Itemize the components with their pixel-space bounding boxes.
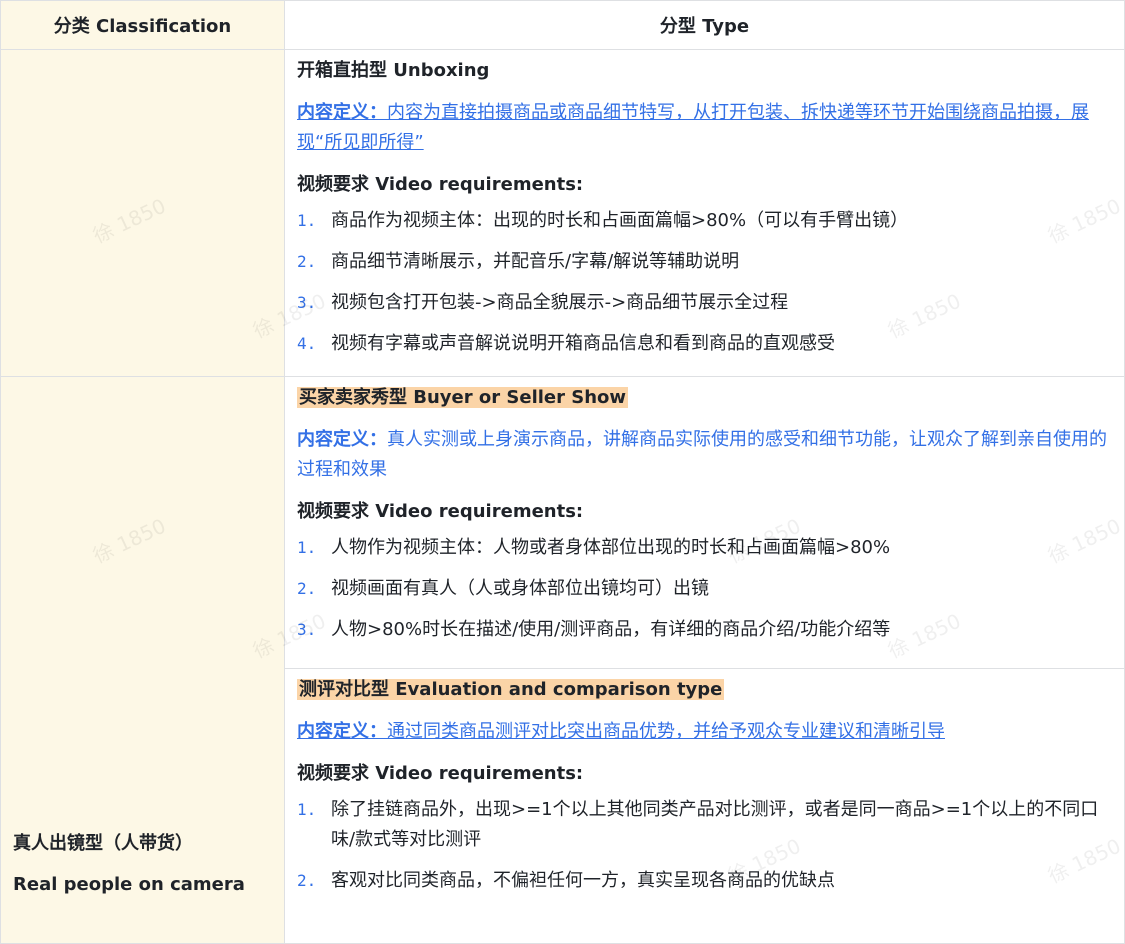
- definition-text[interactable]: 内容为直接拍摄商品或商品细节特写，从打开包装、拆快递等环节开始围绕商品拍摄，展现…: [297, 102, 1089, 153]
- type-cell-buyer-seller: 买家卖家秀型 Buyer or Seller Show 内容定义：真人实测或上身…: [284, 376, 1125, 669]
- list-number: 4.: [297, 334, 317, 353]
- list-number: 3.: [297, 293, 317, 312]
- header-classification: 分类 Classification: [0, 0, 285, 50]
- list-text: 视频包含打开包装->商品全貌展示->商品细节展示全过程: [331, 292, 789, 313]
- type-title: 测评对比型 Evaluation and comparison type: [297, 677, 1112, 703]
- list-item: 3. 视频包含打开包装->商品全貌展示->商品细节展示全过程: [297, 288, 1112, 318]
- classification-cell-empty: [0, 49, 285, 377]
- type-title: 买家卖家秀型 Buyer or Seller Show: [297, 385, 1112, 411]
- list-item: 2. 商品细节清晰展示，并配音乐/字幕/解说等辅助说明: [297, 247, 1112, 277]
- list-text: 视频有字幕或声音解说说明开箱商品信息和看到商品的直观感受: [331, 333, 835, 354]
- table-header-row: 分类 Classification 分型 Type: [0, 0, 1125, 50]
- category-cn: 真人出镜型（人带货）: [13, 833, 193, 854]
- definition-text[interactable]: 通过同类商品测评对比突出商品优势，并给予观众专业建议和清晰引导: [387, 721, 945, 742]
- requirements-heading: 视频要求 Video requirements:: [297, 174, 584, 195]
- requirements-heading: 视频要求 Video requirements:: [297, 763, 584, 784]
- definition-label: 内容定义：: [297, 429, 387, 450]
- highlighted-title: 测评对比型 Evaluation and comparison type: [297, 679, 725, 700]
- list-item: 4. 视频有字幕或声音解说说明开箱商品信息和看到商品的直观感受: [297, 329, 1112, 359]
- list-item: 1. 商品作为视频主体：出现的时长和占画面篇幅>80%（可以有手臂出镜）: [297, 206, 1112, 236]
- list-text: 人物作为视频主体：人物或者身体部位出现的时长和占画面篇幅>80%: [331, 537, 891, 558]
- classification-cell-real-people: 真人出镜型（人带货） Real people on camera: [0, 376, 285, 944]
- list-number: 2.: [297, 579, 317, 598]
- header-type: 分型 Type: [284, 0, 1125, 50]
- list-number: 2.: [297, 871, 317, 890]
- list-item: 1. 人物作为视频主体：人物或者身体部位出现的时长和占画面篇幅>80%: [297, 533, 1112, 563]
- list-item: 2. 视频画面有真人（人或身体部位出镜均可）出镜: [297, 574, 1112, 604]
- type-title: 开箱直拍型 Unboxing: [297, 60, 490, 81]
- definition-label: 内容定义：: [297, 721, 387, 742]
- list-item: 3. 人物>80%时长在描述/使用/测评商品，有详细的商品介绍/功能介绍等: [297, 615, 1112, 645]
- list-number: 2.: [297, 252, 317, 271]
- list-number: 1.: [297, 800, 317, 819]
- list-text: 除了挂链商品外，出现>=1个以上其他同类产品对比测评，或者是同一商品>=1个以上…: [331, 799, 1099, 850]
- list-text: 商品细节清晰展示，并配音乐/字幕/解说等辅助说明: [331, 251, 740, 272]
- type-cell-evaluation: 测评对比型 Evaluation and comparison type 内容定…: [284, 668, 1125, 944]
- list-text: 客观对比同类商品，不偏袒任何一方，真实呈现各商品的优缺点: [331, 870, 835, 891]
- requirements-list: 1. 人物作为视频主体：人物或者身体部位出现的时长和占画面篇幅>80% 2. 视频画…: [297, 533, 1112, 645]
- list-text: 视频画面有真人（人或身体部位出镜均可）出镜: [331, 578, 709, 599]
- content-definition[interactable]: 内容定义：通过同类商品测评对比突出商品优势，并给予观众专业建议和清晰引导: [297, 717, 1112, 747]
- content-definition[interactable]: 内容定义：内容为直接拍摄商品或商品细节特写，从打开包装、拆快递等环节开始围绕商品…: [297, 98, 1112, 158]
- list-text: 人物>80%时长在描述/使用/测评商品，有详细的商品介绍/功能介绍等: [331, 619, 891, 640]
- requirements-list: 1. 商品作为视频主体：出现的时长和占画面篇幅>80%（可以有手臂出镜） 2. 商品…: [297, 206, 1112, 359]
- definition-label: 内容定义：: [297, 102, 387, 123]
- definition-text: 真人实测或上身演示商品，讲解商品实际使用的感受和细节功能，让观众了解到亲自使用的…: [297, 429, 1107, 480]
- list-text: 商品作为视频主体：出现的时长和占画面篇幅>80%（可以有手臂出镜）: [331, 210, 909, 231]
- category-en: Real people on camera: [13, 874, 245, 895]
- type-cell-unboxing: 开箱直拍型 Unboxing 内容定义：内容为直接拍摄商品或商品细节特写，从打开…: [284, 49, 1125, 377]
- classification-table: 分类 Classification 分型 Type 开箱直拍型 Unboxing…: [0, 0, 1125, 944]
- requirements-heading: 视频要求 Video requirements:: [297, 501, 584, 522]
- list-item: 2. 客观对比同类商品，不偏袒任何一方，真实呈现各商品的优缺点: [297, 866, 1112, 896]
- list-number: 1.: [297, 538, 317, 557]
- requirements-list: 1. 除了挂链商品外，出现>=1个以上其他同类产品对比测评，或者是同一商品>=1个…: [297, 795, 1112, 896]
- list-item: 1. 除了挂链商品外，出现>=1个以上其他同类产品对比测评，或者是同一商品>=1个…: [297, 795, 1112, 855]
- table-row-unboxing: 开箱直拍型 Unboxing 内容定义：内容为直接拍摄商品或商品细节特写，从打开…: [0, 49, 1125, 377]
- list-number: 3.: [297, 620, 317, 639]
- content-definition: 内容定义：真人实测或上身演示商品，讲解商品实际使用的感受和细节功能，让观众了解到…: [297, 425, 1112, 485]
- highlighted-title: 买家卖家秀型 Buyer or Seller Show: [297, 387, 629, 408]
- list-number: 1.: [297, 211, 317, 230]
- table-row-buyer-seller: 真人出镜型（人带货） Real people on camera 买家卖家秀型 …: [0, 376, 1125, 944]
